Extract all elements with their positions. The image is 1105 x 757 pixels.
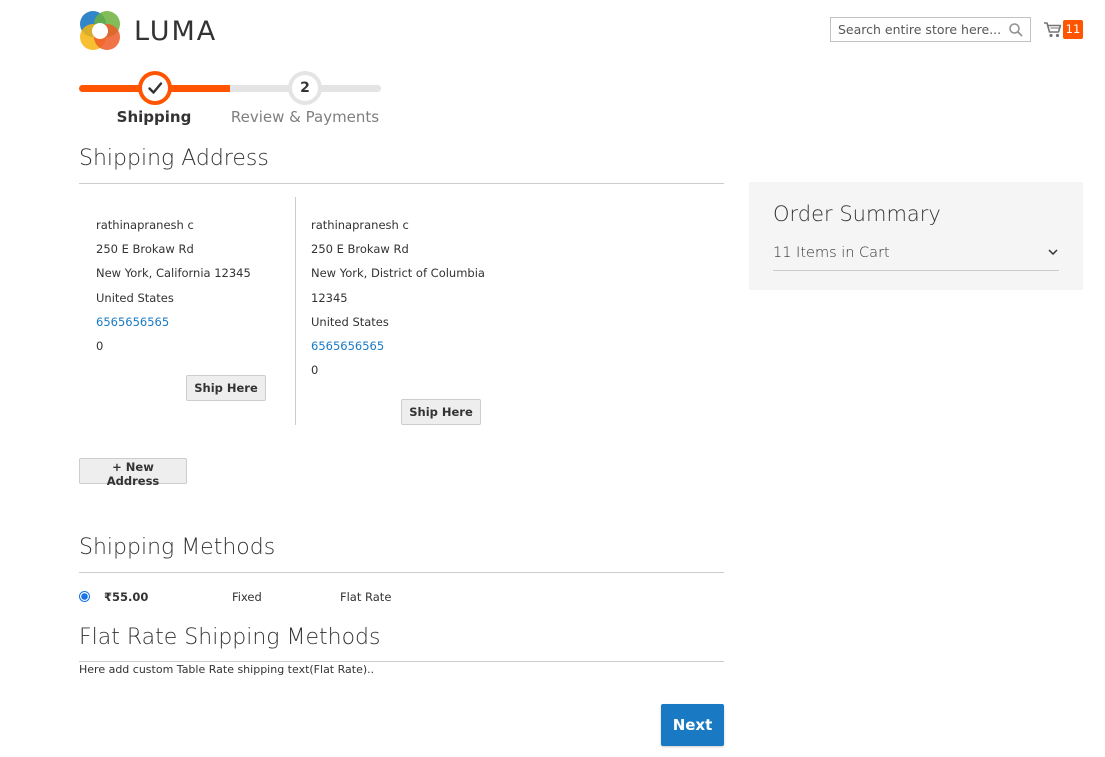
address-city: New York, California 12345 bbox=[96, 266, 251, 281]
shipping-method-radio[interactable] bbox=[79, 591, 90, 602]
method-name: Fixed bbox=[232, 590, 262, 604]
step-review-label: Review & Payments bbox=[230, 108, 380, 126]
divider bbox=[79, 183, 724, 184]
shipping-address-title: Shipping Address bbox=[79, 146, 269, 171]
address-extra: 0 bbox=[96, 339, 104, 354]
shipping-methods-title: Shipping Methods bbox=[79, 535, 276, 560]
divider bbox=[773, 270, 1059, 271]
cart-icon bbox=[1044, 22, 1062, 38]
chevron-down-icon[interactable] bbox=[1047, 246, 1059, 258]
search-box bbox=[830, 17, 1031, 42]
ship-here-button[interactable]: Ship Here bbox=[401, 399, 481, 425]
address-postcode: 12345 bbox=[311, 290, 348, 305]
address-street: 250 E Brokaw Rd bbox=[311, 242, 409, 257]
address-card: rathinapranesh c 250 E Brokaw Rd New Yor… bbox=[311, 213, 485, 382]
address-card: rathinapranesh c 250 E Brokaw Rd New Yor… bbox=[96, 213, 251, 358]
step-review-indicator: 2 bbox=[288, 71, 322, 105]
address-divider bbox=[295, 197, 296, 425]
address-country: United States bbox=[311, 314, 389, 329]
ship-here-button[interactable]: Ship Here bbox=[186, 375, 266, 401]
logo-text: LUMA bbox=[134, 16, 218, 47]
divider bbox=[79, 661, 724, 662]
address-extra: 0 bbox=[311, 363, 319, 378]
minicart-button[interactable]: 11 bbox=[1043, 18, 1085, 42]
cart-count-badge: 11 bbox=[1063, 20, 1083, 39]
address-street: 250 E Brokaw Rd bbox=[96, 242, 194, 257]
address-phone-link[interactable]: 6565656565 bbox=[311, 334, 485, 358]
checkmark-icon bbox=[148, 82, 163, 94]
address-name: rathinapranesh c bbox=[96, 218, 194, 232]
order-summary-title: Order Summary bbox=[773, 202, 941, 226]
new-address-button[interactable]: + New Address bbox=[79, 458, 187, 488]
step-shipping-indicator bbox=[138, 71, 172, 105]
address-country: United States bbox=[96, 290, 174, 305]
next-button[interactable]: Next bbox=[661, 704, 724, 746]
flat-rate-title: Flat Rate Shipping Methods bbox=[79, 625, 381, 650]
method-price: ₹55.00 bbox=[104, 590, 149, 604]
divider bbox=[79, 572, 724, 573]
search-icon[interactable] bbox=[1008, 22, 1024, 38]
order-summary: Order Summary 11 Items in Cart bbox=[749, 182, 1083, 290]
carrier-name: Flat Rate bbox=[340, 590, 392, 604]
search-input[interactable] bbox=[831, 18, 1008, 41]
items-in-cart-toggle[interactable]: 11 Items in Cart bbox=[773, 245, 890, 261]
address-city: New York, District of Columbia bbox=[311, 266, 485, 281]
address-phone-link[interactable]: 6565656565 bbox=[96, 310, 251, 334]
flat-rate-description: Here add custom Table Rate shipping text… bbox=[79, 663, 375, 676]
step-shipping-label: Shipping bbox=[116, 108, 192, 126]
address-name: rathinapranesh c bbox=[311, 218, 409, 232]
luma-logo-icon bbox=[80, 11, 120, 50]
luma-logo[interactable]: LUMA bbox=[79, 10, 259, 52]
step-number: 2 bbox=[292, 75, 318, 101]
